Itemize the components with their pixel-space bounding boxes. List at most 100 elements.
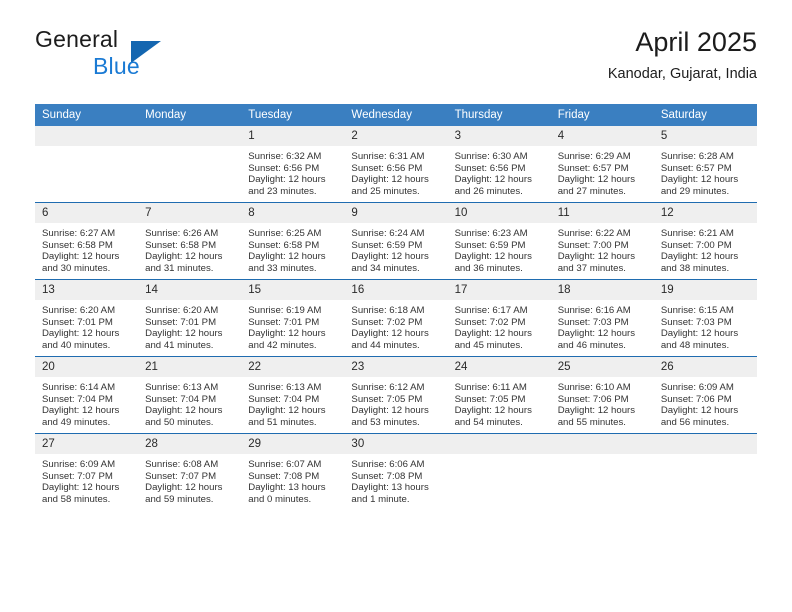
calendar-week-row: 27 Sunrise: 6:09 AM Sunset: 7:07 PM Dayligh… (35, 433, 757, 510)
general-blue-logo: General Blue (35, 26, 255, 88)
day-number: 2 (344, 126, 448, 146)
day-details (551, 454, 654, 459)
calendar-day-cell[interactable]: 3 Sunrise: 6:30 AM Sunset: 6:56 PM Daylight… (447, 126, 551, 203)
day-detail-line: Sunset: 6:56 PM (248, 162, 320, 174)
calendar-day-cell[interactable]: 4 Sunrise: 6:29 AM Sunset: 6:57 PM Daylight… (550, 126, 654, 203)
day-detail-line: Sunrise: 6:30 AM (454, 151, 528, 162)
calendar-day-cell[interactable]: 27 Sunrise: 6:09 AM Sunset: 7:07 PM Dayligh… (35, 433, 139, 510)
day-detail-line: and 48 minutes. (660, 339, 730, 351)
day-number: 29 (241, 434, 345, 454)
calendar-day-cell[interactable]: 2 Sunrise: 6:31 AM Sunset: 6:56 PM Daylight… (344, 126, 448, 203)
day-details: Sunrise: 6:23 AM Sunset: 6:59 PM Daylight:… (448, 223, 551, 274)
day-details: Sunrise: 6:20 AM Sunset: 7:01 PM Daylight:… (138, 300, 241, 351)
day-number: 13 (35, 280, 139, 300)
day-details: Sunrise: 6:20 AM Sunset: 7:01 PM Daylight:… (35, 300, 138, 351)
day-number: 15 (241, 280, 345, 300)
day-detail-line: Daylight: 12 hours (454, 174, 532, 186)
calendar-day-cell[interactable]: 28 Sunrise: 6:08 AM Sunset: 7:07 PM Dayligh… (138, 433, 242, 510)
calendar-day-cell[interactable]: 10 Sunrise: 6:23 AM Sunset: 6:59 PM Dayligh… (447, 202, 551, 280)
day-detail-line: Sunrise: 6:10 AM (557, 382, 631, 393)
day-detail-line: Daylight: 12 hours (454, 251, 532, 263)
day-details: Sunrise: 6:13 AM Sunset: 7:04 PM Daylight:… (241, 377, 344, 428)
day-detail-line: Sunrise: 6:18 AM (351, 305, 425, 316)
day-details: Sunrise: 6:29 AM Sunset: 6:57 PM Daylight:… (551, 146, 654, 197)
day-detail-line: and 36 minutes. (454, 262, 523, 274)
calendar-day-cell[interactable]: 8 Sunrise: 6:25 AM Sunset: 6:58 PM Daylight… (241, 202, 345, 280)
calendar-day-cell[interactable]: 14 Sunrise: 6:20 AM Sunset: 7:01 PM Dayligh… (138, 279, 242, 357)
day-detail-line: Sunset: 7:03 PM (557, 316, 629, 328)
day-detail-line: Daylight: 13 hours (248, 482, 326, 494)
day-detail-line: and 46 minutes. (557, 339, 626, 351)
day-detail-line: Sunset: 7:00 PM (660, 239, 732, 251)
weekday-header-friday: Friday (550, 104, 654, 126)
day-number: 18 (550, 280, 654, 300)
calendar-day-cell[interactable]: 9 Sunrise: 6:24 AM Sunset: 6:59 PM Daylight… (344, 202, 448, 280)
calendar-day-cell[interactable]: 6 Sunrise: 6:27 AM Sunset: 6:58 PM Daylight… (35, 202, 139, 280)
day-details: Sunrise: 6:17 AM Sunset: 7:02 PM Daylight:… (448, 300, 551, 351)
calendar-day-cell[interactable]: 11 Sunrise: 6:22 AM Sunset: 7:00 PM Dayligh… (550, 202, 654, 280)
calendar-day-cell-empty (550, 433, 654, 510)
calendar-day-cell[interactable]: 21 Sunrise: 6:13 AM Sunset: 7:04 PM Dayligh… (138, 356, 242, 434)
calendar-day-cell[interactable]: 30 Sunrise: 6:06 AM Sunset: 7:08 PM Dayligh… (344, 433, 448, 510)
day-detail-line: and 55 minutes. (557, 416, 626, 428)
day-detail-line: Sunrise: 6:21 AM (660, 228, 734, 239)
day-detail-line: Sunrise: 6:09 AM (42, 459, 116, 470)
calendar-day-cell[interactable]: 1 Sunrise: 6:32 AM Sunset: 6:56 PM Daylight… (241, 126, 345, 203)
calendar-header-row: Sunday Monday Tuesday Wednesday Thursday Frid… (35, 104, 757, 126)
calendar-day-cell[interactable]: 13 Sunrise: 6:20 AM Sunset: 7:01 PM Dayligh… (35, 279, 139, 357)
calendar-day-cell[interactable]: 26 Sunrise: 6:09 AM Sunset: 7:06 PM Dayligh… (653, 356, 757, 434)
day-detail-line: Daylight: 12 hours (145, 251, 223, 263)
day-detail-line: and 33 minutes. (248, 262, 317, 274)
day-detail-line: Sunrise: 6:20 AM (145, 305, 219, 316)
day-detail-line: Sunset: 6:57 PM (660, 162, 732, 174)
day-detail-line: Sunset: 7:07 PM (145, 470, 217, 482)
day-detail-line: Sunset: 7:05 PM (351, 393, 423, 405)
day-detail-line: and 1 minute. (351, 493, 410, 505)
calendar-day-cell[interactable]: 24 Sunrise: 6:11 AM Sunset: 7:05 PM Dayligh… (447, 356, 551, 434)
day-details (654, 454, 757, 459)
calendar-day-cell[interactable]: 5 Sunrise: 6:28 AM Sunset: 6:57 PM Daylight… (653, 126, 757, 203)
calendar-day-cell[interactable]: 22 Sunrise: 6:13 AM Sunset: 7:04 PM Dayligh… (241, 356, 345, 434)
day-number: 5 (653, 126, 757, 146)
day-detail-line: and 54 minutes. (454, 416, 523, 428)
day-details: Sunrise: 6:09 AM Sunset: 7:07 PM Daylight:… (35, 454, 138, 505)
day-detail-line: and 31 minutes. (145, 262, 214, 274)
day-detail-line: Sunset: 7:08 PM (248, 470, 320, 482)
calendar-day-cell[interactable]: 12 Sunrise: 6:21 AM Sunset: 7:00 PM Dayligh… (653, 202, 757, 280)
day-detail-line: Daylight: 12 hours (557, 251, 636, 263)
day-detail-line: Daylight: 12 hours (42, 482, 120, 494)
day-detail-line: Sunrise: 6:23 AM (454, 228, 528, 239)
day-details (35, 146, 138, 151)
day-number: 12 (653, 203, 757, 223)
calendar-day-cell[interactable]: 18 Sunrise: 6:16 AM Sunset: 7:03 PM Dayligh… (550, 279, 654, 357)
day-detail-line: Sunset: 7:01 PM (42, 316, 113, 328)
calendar-week-row: 1 Sunrise: 6:32 AM Sunset: 6:56 PM Daylight… (35, 126, 757, 203)
day-detail-line: and 59 minutes. (145, 493, 214, 505)
day-detail-line: and 58 minutes. (42, 493, 111, 505)
calendar-day-cell[interactable]: 29 Sunrise: 6:07 AM Sunset: 7:08 PM Dayligh… (241, 433, 345, 510)
day-number: 20 (35, 357, 139, 377)
day-detail-line: Sunset: 6:56 PM (454, 162, 526, 174)
calendar-day-cell[interactable]: 23 Sunrise: 6:12 AM Sunset: 7:05 PM Dayligh… (344, 356, 448, 434)
day-details: Sunrise: 6:16 AM Sunset: 7:03 PM Daylight:… (551, 300, 654, 351)
calendar-day-cell[interactable]: 19 Sunrise: 6:15 AM Sunset: 7:03 PM Dayligh… (653, 279, 757, 357)
day-detail-line: Sunset: 6:59 PM (351, 239, 423, 251)
day-details: Sunrise: 6:11 AM Sunset: 7:05 PM Daylight:… (448, 377, 551, 428)
calendar-day-cell[interactable]: 16 Sunrise: 6:18 AM Sunset: 7:02 PM Dayligh… (344, 279, 448, 357)
day-details: Sunrise: 6:08 AM Sunset: 7:07 PM Daylight:… (138, 454, 241, 505)
day-number: 27 (35, 434, 139, 454)
day-details: Sunrise: 6:24 AM Sunset: 6:59 PM Daylight:… (344, 223, 447, 274)
calendar-day-cell[interactable]: 20 Sunrise: 6:14 AM Sunset: 7:04 PM Dayligh… (35, 356, 139, 434)
day-number: 17 (447, 280, 551, 300)
day-detail-line: Sunrise: 6:26 AM (145, 228, 219, 239)
day-details: Sunrise: 6:22 AM Sunset: 7:00 PM Daylight:… (551, 223, 654, 274)
calendar-day-cell[interactable]: 25 Sunrise: 6:10 AM Sunset: 7:06 PM Dayligh… (550, 356, 654, 434)
calendar-day-cell[interactable]: 15 Sunrise: 6:19 AM Sunset: 7:01 PM Dayligh… (241, 279, 345, 357)
day-detail-line: Sunrise: 6:17 AM (454, 305, 528, 316)
calendar-day-cell[interactable]: 7 Sunrise: 6:26 AM Sunset: 6:58 PM Daylight… (138, 202, 242, 280)
day-detail-line: Sunset: 7:07 PM (42, 470, 113, 482)
calendar-day-cell[interactable]: 17 Sunrise: 6:17 AM Sunset: 7:02 PM Dayligh… (447, 279, 551, 357)
day-detail-line: Sunrise: 6:29 AM (557, 151, 631, 162)
day-detail-line: Daylight: 12 hours (42, 328, 120, 340)
day-detail-line: Daylight: 13 hours (351, 482, 429, 494)
